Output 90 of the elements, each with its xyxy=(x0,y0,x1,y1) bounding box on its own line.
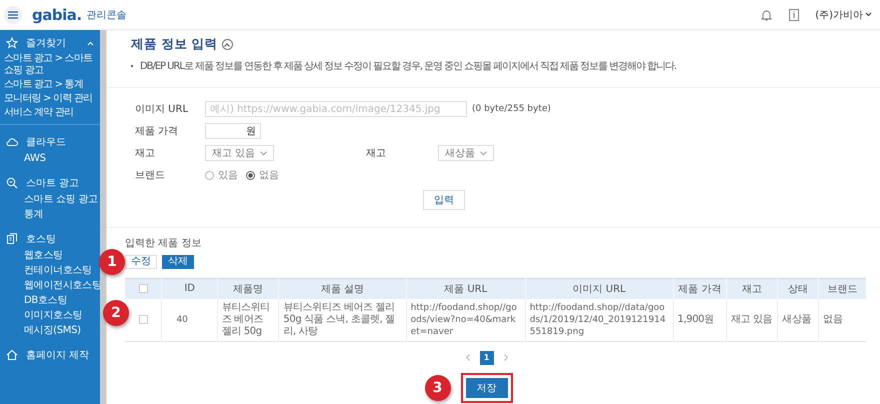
table-cell: 40 xyxy=(162,298,218,341)
logo[interactable]: gabia. xyxy=(32,6,82,24)
select-value: 새상품 xyxy=(445,147,476,160)
sidebar-item[interactable]: 스마트 쇼핑 광고 xyxy=(24,192,98,207)
column-header: 브랜드 xyxy=(818,278,866,298)
console-title: 관리콘솔 xyxy=(86,8,127,22)
save-button[interactable]: 저장 xyxy=(460,372,512,402)
condition-select[interactable]: 새상품 xyxy=(438,145,494,161)
stock-select[interactable]: 재고 있음 xyxy=(205,145,274,161)
radio-button[interactable] xyxy=(246,170,255,180)
table-cell: 뷰티스위티즈 베어즈 젤리 50g xyxy=(217,298,279,341)
price-field[interactable]: 원 xyxy=(205,123,261,139)
chevron-down-icon xyxy=(480,150,488,156)
sidebar-section[interactable]: 즐겨찾기 xyxy=(0,34,100,52)
search-icon xyxy=(6,177,18,189)
checkbox[interactable] xyxy=(138,284,148,294)
delete-button[interactable]: 삭제 xyxy=(162,255,194,269)
sidebar-item[interactable]: 이미지호스팅 xyxy=(24,308,82,323)
table-cell: http://foodand.shop//goods/view?no=40&market=naver xyxy=(406,298,526,341)
byte-counter: (0 byte/255 byte) xyxy=(472,104,551,114)
table-cell: 새상품 xyxy=(778,298,819,341)
sidebar-item[interactable]: 웹호스팅 xyxy=(24,248,63,263)
sidebar-item[interactable]: 컨테이너호스팅 xyxy=(24,263,92,278)
select-value: 재고 있음 xyxy=(212,147,256,160)
bell-icon xyxy=(761,8,772,20)
sidebar-section[interactable]: 홈페이지 제작 xyxy=(0,346,100,364)
field-label: 브랜드 xyxy=(135,169,166,182)
step-marker: 1 xyxy=(99,249,125,275)
chevron-right-icon xyxy=(504,354,508,361)
menu-button[interactable] xyxy=(4,6,22,24)
info-icon xyxy=(788,8,800,20)
field-label: 재고 xyxy=(366,147,388,160)
star-icon xyxy=(6,37,18,49)
step-marker: 2 xyxy=(103,300,129,326)
field-label: 제품 가격 xyxy=(135,125,180,138)
collapse-toggle[interactable] xyxy=(222,39,233,50)
field-label: 재고 xyxy=(135,147,156,160)
sidebar-item[interactable]: 웹에이전시호스팅 xyxy=(24,278,100,293)
column-header: ID xyxy=(162,278,218,298)
column-header: 제품 URL xyxy=(406,278,526,298)
user-name: (주)가비아 xyxy=(815,8,863,22)
radio-option[interactable]: 없음 xyxy=(246,168,279,182)
notice-text: DB/EP URL로 제품 정보를 연동한 후 제품 상세 정보 수정이 필요할 경우, 운영 중인 쇼핑몰 페이지에서 직접 제품 정보를 변경해야 합니다. xyxy=(140,60,676,73)
info-button[interactable] xyxy=(788,8,800,20)
step-marker: 3 xyxy=(424,374,450,400)
sidebar-section[interactable]: 클라우드 xyxy=(0,133,100,151)
field-label: 이미지 URL xyxy=(135,103,190,116)
column-header: 상태 xyxy=(778,278,819,298)
table-cell: 뷰티스위티즈 베어즈 젤리 50g 식품 스낵, 초콜렛, 젤리, 사탕 xyxy=(278,298,406,341)
section-title: 입력한 제품 정보 xyxy=(125,237,202,250)
sidebar-section[interactable]: 호스팅 xyxy=(0,230,100,248)
image-url-field[interactable]: 예시) https://www.gabia.com/image/12345.jpg xyxy=(205,101,467,117)
caret-up-icon xyxy=(224,42,230,46)
table-cell: http://foodand.shop//data/goods/1/2019/12/40_2019121914551819.png xyxy=(525,298,673,341)
column-header: 재고 xyxy=(726,278,778,298)
edit-button[interactable]: 수정 xyxy=(125,255,157,269)
sidebar-item[interactable]: 서비스 계약 관리 xyxy=(0,106,100,120)
sidebar-item[interactable]: 스마트 광고 > 통계 xyxy=(0,78,100,92)
sidebar-item[interactable]: DB호스팅 xyxy=(24,293,68,308)
column-header: 제품명 xyxy=(217,278,279,298)
server-icon xyxy=(6,233,18,245)
checkbox[interactable] xyxy=(138,314,148,324)
column-header: 이미지 URL xyxy=(525,278,673,298)
chevron-left-icon xyxy=(466,354,470,361)
table-cell: 재고 있음 xyxy=(726,298,778,341)
menu-icon xyxy=(8,10,18,18)
unit-label: 원 xyxy=(246,125,256,138)
cloud-icon xyxy=(6,136,18,148)
home-icon xyxy=(6,349,18,361)
table-cell: 없음 xyxy=(818,298,866,341)
caret-down-icon xyxy=(865,12,872,17)
radio-label: 있음 xyxy=(218,169,238,182)
notification-button[interactable] xyxy=(761,8,772,20)
sidebar-item[interactable]: 통계 xyxy=(24,207,44,222)
page-button[interactable]: 1 xyxy=(480,350,494,364)
sidebar-item[interactable]: 스마트 광고 > 스마트 쇼핑 광고 xyxy=(0,52,100,78)
table-cell: 1,900원 xyxy=(673,298,726,341)
radio-option[interactable]: 있음 xyxy=(205,168,238,182)
chevron-down-icon xyxy=(260,150,268,156)
sidebar-section[interactable]: 스마트 광고 xyxy=(0,174,100,192)
sidebar-item[interactable]: 모니터링 > 이력 관리 xyxy=(0,92,100,106)
user-menu[interactable]: (주)가비아 xyxy=(815,8,872,22)
submit-button[interactable]: 입력 xyxy=(423,190,465,210)
column-header: 제품 설명 xyxy=(278,278,406,298)
sidebar-item[interactable]: AWS xyxy=(24,151,46,166)
page-title: 제품 정보 입력 xyxy=(131,36,218,53)
sidebar-item[interactable]: 메시징(SMS) xyxy=(24,323,81,338)
radio-label: 없음 xyxy=(259,169,279,182)
column-header: 제품 가격 xyxy=(673,278,726,298)
radio-button[interactable] xyxy=(205,170,214,180)
